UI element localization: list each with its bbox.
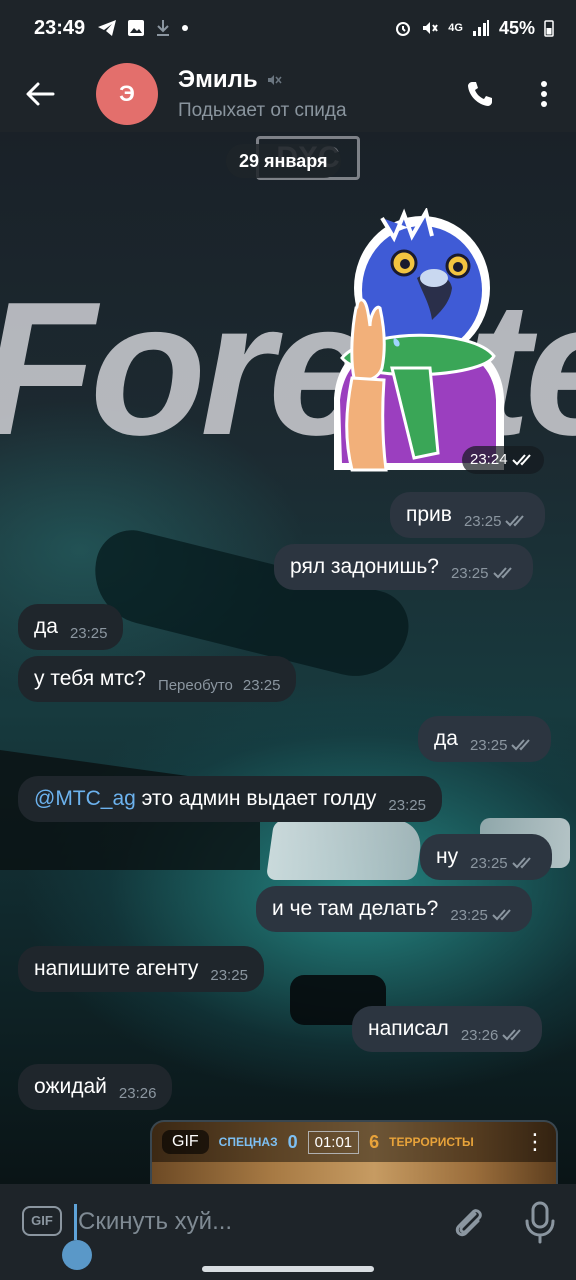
gif-team-right: ТЕРРОРИСТЫ — [389, 1135, 474, 1149]
message-time: 23:25 — [469, 736, 508, 754]
message-time: 23:25 — [210, 966, 248, 984]
read-ticks-icon — [492, 909, 511, 921]
peer-info[interactable]: Эмиль Подыхает от спида — [178, 66, 347, 122]
message-bubble[interactable]: прив 23:25 — [390, 492, 546, 538]
cursor-handle[interactable] — [62, 1240, 92, 1270]
date-separator: 29 января — [226, 144, 341, 178]
message-text: написал — [368, 1017, 449, 1040]
sticker-message[interactable] — [322, 206, 512, 476]
attach-button[interactable] — [448, 1202, 488, 1242]
pigeon-sticker-icon — [334, 206, 504, 472]
chat-header: Э Эмиль Подыхает от спида — [0, 56, 576, 132]
alarm-icon — [396, 22, 411, 36]
battery-level: 45% — [498, 17, 535, 38]
gif-team-left: СПЕЦНАЗ — [218, 1135, 278, 1149]
gif-score-right: 6 — [369, 1131, 380, 1152]
message-time: 23:25 — [388, 796, 426, 814]
battery-icon — [544, 20, 554, 37]
read-ticks-icon — [502, 1029, 522, 1041]
message-bubble[interactable]: и че там делать? 23:25 — [256, 886, 532, 932]
dot-icon — [182, 25, 189, 31]
message-text: прив — [406, 503, 452, 526]
gif-more-button[interactable]: ⋮ — [524, 1131, 546, 1153]
message-time: 23:25 — [450, 564, 489, 582]
read-ticks-icon — [511, 857, 531, 869]
message-text: это админ выдает голду — [135, 787, 377, 810]
back-button[interactable] — [0, 56, 80, 132]
read-ticks-icon — [511, 454, 531, 466]
call-button[interactable] — [448, 56, 512, 132]
message-time: 23:26 — [118, 1084, 157, 1102]
message-bubble[interactable]: написал 23:26 — [352, 1006, 543, 1052]
microphone-icon — [525, 1201, 555, 1244]
more-vert-icon — [541, 81, 547, 107]
signal-icon — [472, 20, 489, 36]
message-bubble[interactable]: рял задонишь? 23:25 — [274, 544, 533, 590]
status-bar: 23:49 4G 45% — [0, 0, 576, 56]
message-text: и че там делать? — [272, 897, 439, 920]
mention-link[interactable]: @MTC_ag — [34, 787, 136, 811]
message-text: напишите агенту — [34, 957, 199, 980]
message-time: 23:26 — [460, 1026, 499, 1044]
message-time: 23:25 — [470, 854, 508, 872]
mute-icon — [423, 22, 439, 34]
gif-score-left: 0 — [287, 1131, 298, 1152]
message-time: 23:25 — [242, 676, 281, 694]
network-type: 4G — [448, 22, 463, 34]
message-bubble[interactable]: @MTC_ag это админ выдает голду 23:25 — [18, 776, 442, 822]
message-bubble[interactable]: ну 23:25 — [420, 834, 552, 880]
home-indicator[interactable] — [202, 1266, 374, 1272]
message-text: рял задонишь? — [290, 555, 439, 578]
message-time: 23:25 — [463, 512, 502, 530]
download-icon — [157, 20, 170, 36]
peer-name: Эмиль — [178, 66, 258, 93]
message-text: да — [34, 615, 58, 638]
telegram-icon — [98, 20, 117, 36]
more-menu-button[interactable] — [512, 56, 576, 132]
peer-status: Подыхает от спида — [178, 100, 347, 121]
avatar[interactable]: Э — [96, 63, 158, 125]
message-text: у тебя мтс? — [34, 667, 146, 690]
read-ticks-icon — [492, 567, 512, 579]
message-text: да — [434, 727, 458, 750]
message-time: 23:25 — [69, 624, 108, 642]
message-time: 23:25 — [450, 906, 488, 924]
text-cursor — [74, 1204, 77, 1240]
read-ticks-icon — [505, 515, 525, 527]
gif-badge: GIF — [162, 1130, 209, 1154]
wallpaper-car-headlight — [265, 820, 425, 880]
message-bubble[interactable]: да 23:25 — [418, 716, 552, 762]
status-time: 23:49 — [34, 16, 86, 39]
message-bubble[interactable]: да 23:25 — [18, 604, 124, 650]
paperclip-icon — [455, 1209, 482, 1237]
gif-message[interactable]: GIF СПЕЦНАЗ 0 01:01 6 ТЕРРОРИСТЫ ⋮ — [150, 1120, 558, 1184]
edited-label: Переобуто — [157, 676, 233, 694]
phone-icon — [468, 82, 492, 106]
gif-clock: 01:01 — [307, 1130, 360, 1154]
sticker-time: 23:24 — [462, 446, 544, 474]
message-text: ну — [436, 845, 459, 868]
message-bubble[interactable]: у тебя мтс? Переобуто 23:25 — [18, 656, 297, 702]
gif-button[interactable]: GIF — [22, 1206, 62, 1236]
message-text: ожидай — [34, 1075, 107, 1098]
voice-button[interactable] — [520, 1200, 560, 1244]
message-input[interactable]: Скинуть хуй... — [78, 1208, 232, 1236]
arrow-left-icon — [26, 82, 55, 106]
read-ticks-icon — [511, 739, 531, 751]
image-icon — [128, 20, 145, 36]
message-bubble[interactable]: ожидай 23:26 — [18, 1064, 173, 1110]
muted-icon — [267, 75, 282, 85]
message-bubble[interactable]: напишите агенту 23:25 — [18, 946, 264, 992]
